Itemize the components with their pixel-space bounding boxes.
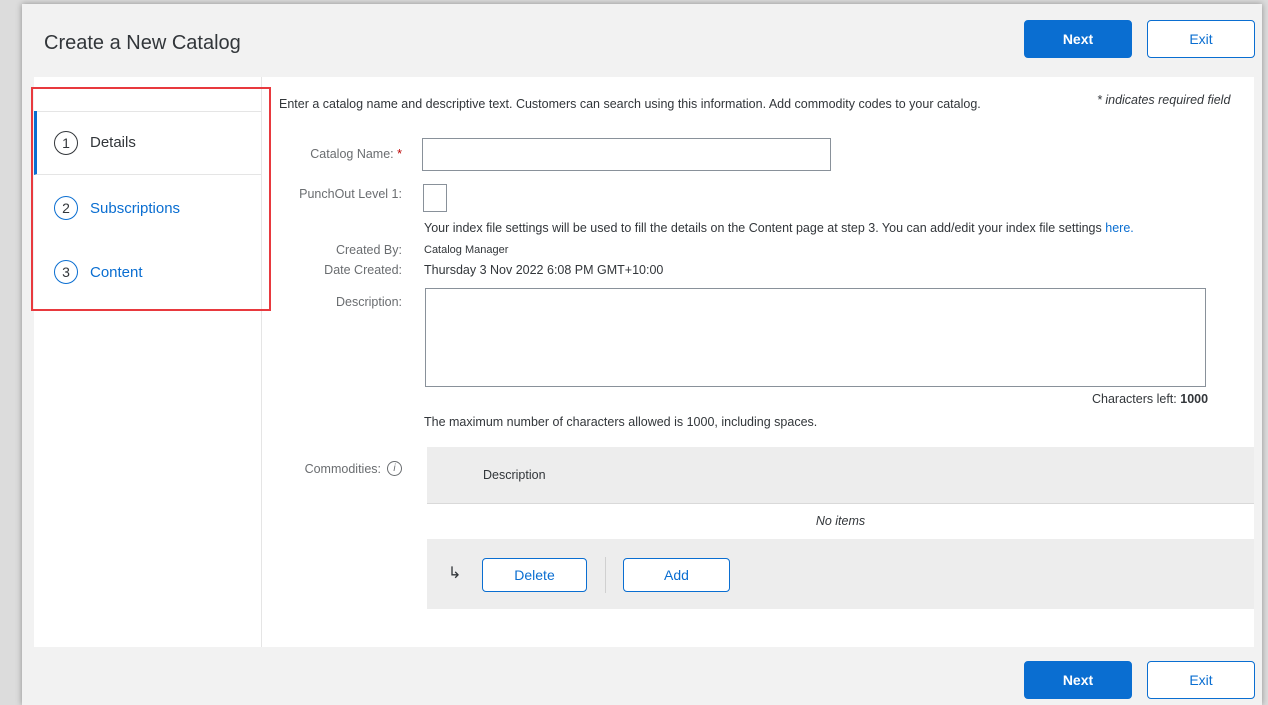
characters-left-count: 1000 — [1180, 392, 1209, 406]
catalog-name-input[interactable] — [422, 138, 831, 171]
next-button-top[interactable]: Next — [1024, 20, 1132, 58]
delete-button[interactable]: Delete — [482, 558, 587, 592]
commodities-table-header: Description — [427, 447, 1254, 504]
next-button-bottom[interactable]: Next — [1024, 661, 1132, 699]
created-by-label: Created By: — [335, 243, 402, 257]
commodities-table-toolbar: ↳ Delete Add — [427, 539, 1254, 609]
index-file-note: Your index file settings will be used to… — [424, 221, 1134, 235]
column-description-header[interactable]: Description — [483, 468, 546, 482]
footer-bar: Next Exit — [22, 647, 1262, 705]
created-by-value: Catalog Manager — [424, 244, 509, 256]
steps-highlight-box — [31, 87, 271, 311]
description-label: Description: — [336, 295, 402, 309]
date-created-label: Date Created: — [324, 263, 402, 277]
catalog-name-label: Catalog Name: * — [310, 147, 402, 161]
description-textarea[interactable] — [425, 288, 1206, 387]
exit-button-bottom[interactable]: Exit — [1147, 661, 1255, 699]
max-characters-note: The maximum number of characters allowed… — [424, 415, 818, 429]
required-marker: * — [397, 147, 402, 161]
commodities-label: Commodities: i — [305, 461, 402, 476]
toolbar-divider — [605, 557, 606, 593]
commodities-empty-row: No items — [427, 503, 1254, 540]
add-button[interactable]: Add — [623, 558, 730, 592]
index-settings-link[interactable]: here. — [1105, 221, 1134, 235]
exit-button-top[interactable]: Exit — [1147, 20, 1255, 58]
info-icon[interactable]: i — [387, 461, 402, 476]
header-bar: Create a New Catalog Next Exit — [22, 4, 1262, 77]
punchout-level-checkbox[interactable] — [423, 184, 447, 212]
intro-text: Enter a catalog name and descriptive tex… — [279, 97, 981, 111]
page-title: Create a New Catalog — [44, 32, 241, 54]
selection-arrow-icon: ↳ — [448, 565, 462, 582]
required-field-note: * indicates required field — [1097, 93, 1231, 107]
punchout-level-label: PunchOut Level 1: — [299, 187, 402, 201]
characters-left: Characters left: 1000 — [1092, 392, 1209, 406]
details-form: Enter a catalog name and descriptive tex… — [262, 77, 1254, 647]
date-created-value: Thursday 3 Nov 2022 6:08 PM GMT+10:00 — [424, 263, 664, 277]
